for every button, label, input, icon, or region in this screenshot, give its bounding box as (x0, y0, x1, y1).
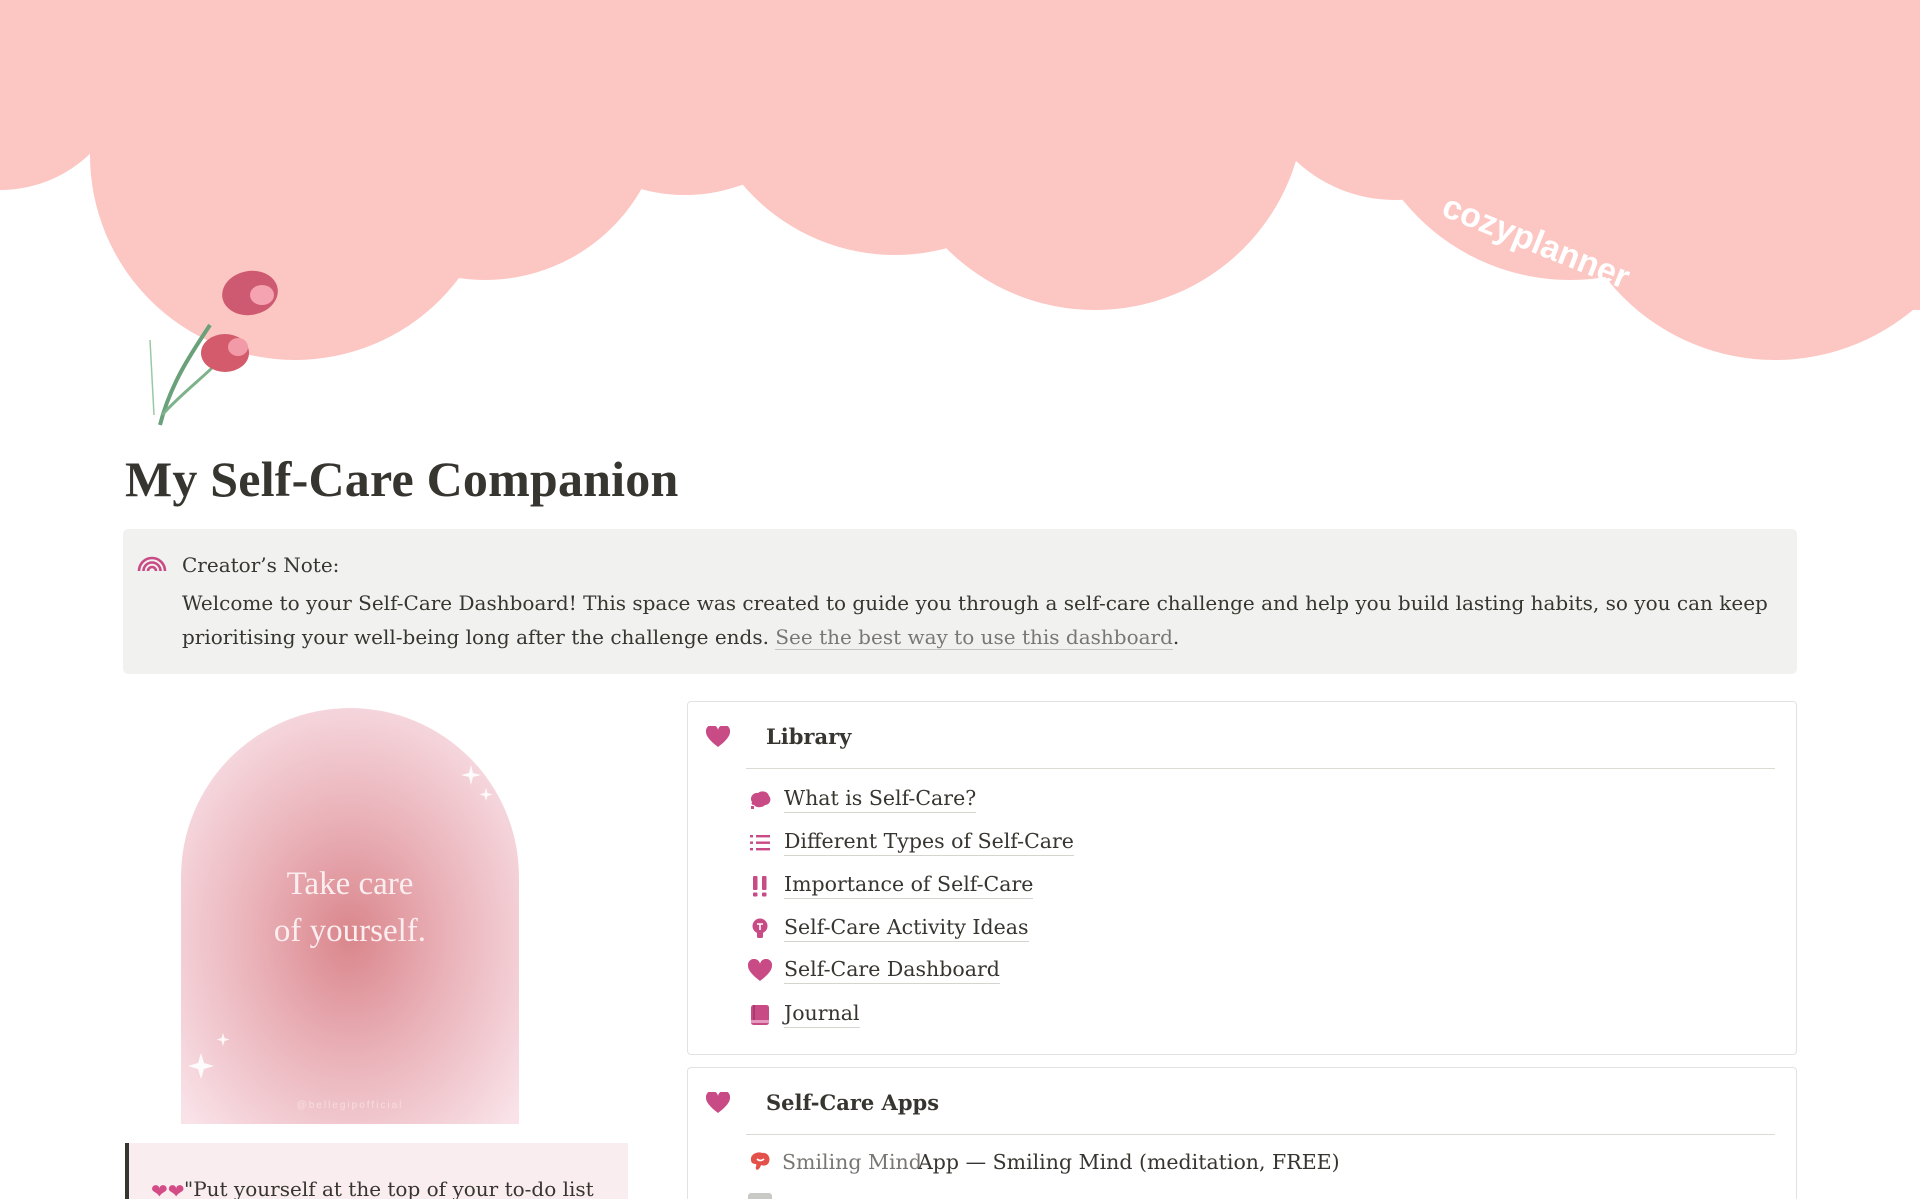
next-app-icon (748, 1193, 772, 1199)
heart-icon (705, 1090, 731, 1114)
library-item-activity-ideas[interactable]: Self-Care Activity Ideas (748, 911, 1348, 945)
smiling-mind-logo-icon (748, 1150, 772, 1174)
library-item-journal[interactable]: Journal (748, 997, 1348, 1031)
callout-link[interactable]: See the best way to use this dashboard (775, 625, 1173, 650)
library-item-label: What is Self-Care? (784, 784, 977, 813)
page-title[interactable]: My Self-Care Companion (125, 450, 678, 508)
app-description: App — Smiling Mind (meditation, FREE) (918, 1150, 1340, 1174)
apps-title: Self-Care Apps (766, 1090, 940, 1115)
callout-trailing: . (1172, 625, 1180, 649)
library-header[interactable]: Library (705, 722, 1776, 756)
library-item-dashboard[interactable]: Self-Care Dashboard (747, 953, 1348, 987)
library-item-label: Self-Care Dashboard (784, 955, 1000, 984)
library-item-label: Self-Care Activity Ideas (784, 913, 1029, 942)
creator-note-callout: Creator’s Note: Welcome to your Self-Car… (123, 529, 1797, 674)
library-title: Library (766, 724, 852, 749)
self-care-apps-card: Self-Care Apps Smiling Mind App — Smilin… (687, 1067, 1797, 1199)
callout-heading: Creator’s Note: (182, 553, 340, 577)
take-care-image[interactable]: Take care of yourself. @bellegipofficial (181, 708, 519, 1124)
rainbow-icon (137, 553, 167, 575)
heart-icon (705, 724, 731, 748)
two-hearts-icon: ❤❤ (151, 1179, 185, 1199)
library-item-types[interactable]: Different Types of Self-Care (748, 825, 1348, 859)
heart-icon (747, 958, 773, 983)
library-item-label: Different Types of Self-Care (784, 827, 1074, 856)
image-watermark: @bellegipofficial (297, 1100, 404, 1111)
quote-block: ❤❤ "Put yourself at the top of your to-d… (125, 1143, 628, 1199)
divider (746, 1134, 1775, 1135)
app-item-smiling-mind: Smiling Mind App — Smiling Mind (meditat… (748, 1148, 1648, 1182)
image-line-1: Take care (287, 866, 414, 902)
quote-text: "Put yourself at the top of your to-do l… (184, 1177, 594, 1199)
list-icon (748, 831, 772, 855)
tulip-icon[interactable] (140, 265, 290, 430)
lightbulb-icon (748, 917, 772, 941)
book-icon (748, 1003, 772, 1027)
callout-body: Welcome to your Self-Care Dashboard! Thi… (182, 586, 1772, 654)
double-exclamation-icon (748, 874, 772, 898)
image-line-2: of yourself. (274, 913, 426, 949)
apps-header[interactable]: Self-Care Apps (705, 1088, 1776, 1122)
brain-icon (748, 788, 772, 812)
library-item-what-is-self-care[interactable]: What is Self-Care? (748, 782, 1348, 816)
library-item-label: Journal (784, 999, 860, 1028)
divider (746, 768, 1775, 769)
smiling-mind-link[interactable]: Smiling Mind (782, 1150, 922, 1174)
library-card: Library What is Self-Care? Different Typ… (687, 701, 1797, 1055)
library-item-importance[interactable]: Importance of Self-Care (748, 868, 1348, 902)
library-item-label: Importance of Self-Care (784, 870, 1034, 899)
